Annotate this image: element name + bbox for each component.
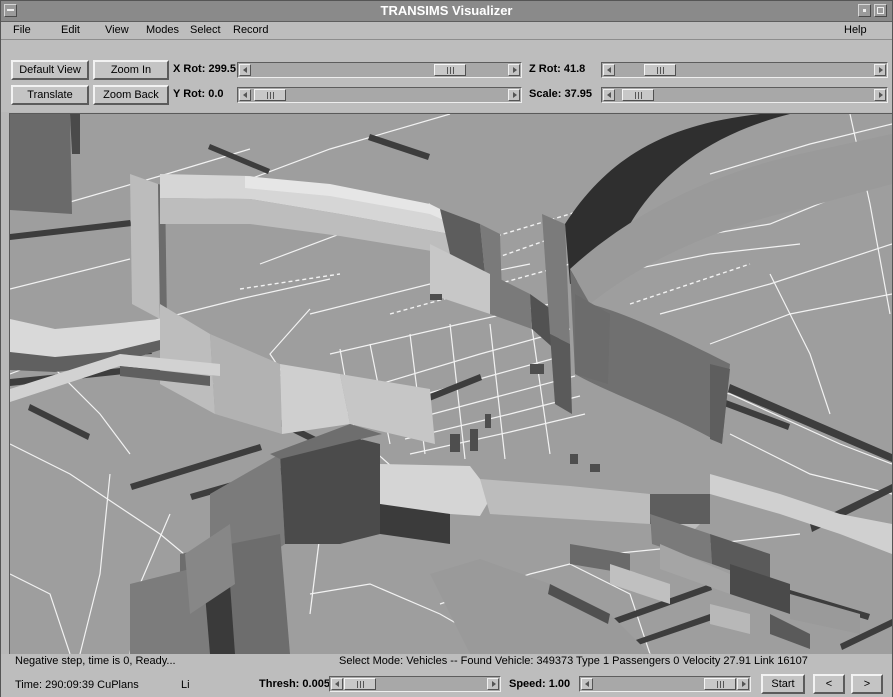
time-readout: Time: 290:09:39 CuPlans [15, 679, 139, 691]
step-forward-button[interactable]: > [851, 674, 883, 694]
window-title: TRANSIMS Visualizer [380, 3, 513, 18]
menu-edit[interactable]: Edit [61, 24, 80, 36]
x-rot-increase-button[interactable] [508, 64, 520, 76]
x-rot-value: 299.5 [208, 63, 236, 75]
scale-label: Scale: [529, 88, 562, 100]
thresh-readout: Thresh: 0.005 [259, 678, 330, 690]
y-rot-increase-button[interactable] [508, 89, 520, 101]
minimize-button[interactable] [858, 4, 871, 17]
scale-slider-thumb[interactable] [622, 89, 654, 101]
right-arrow-icon [742, 681, 746, 687]
left-block [10, 114, 72, 214]
scale-value: 37.95 [564, 88, 593, 100]
maximize-icon [877, 7, 884, 14]
y-rot-readout: Y Rot: 0.0 [173, 88, 224, 100]
thresh-label: Thresh: [259, 678, 300, 690]
translate-button[interactable]: Translate [11, 85, 89, 105]
left-arrow-icon [243, 92, 247, 98]
thresh-slider-thumb[interactable] [344, 678, 376, 690]
menu-modes[interactable]: Modes [146, 24, 179, 36]
left-arrow-icon [243, 67, 247, 73]
zoom-in-button[interactable]: Zoom In [93, 60, 169, 80]
z-rot-value: 41.8 [563, 63, 586, 75]
scale-decrease-button[interactable] [603, 89, 615, 101]
speed-slider[interactable] [579, 676, 751, 692]
x-rot-decrease-button[interactable] [239, 64, 251, 76]
maximize-button[interactable] [874, 4, 887, 17]
scale-readout: Scale: 37.95 [529, 88, 592, 100]
step-back-button[interactable]: < [813, 674, 845, 694]
thresh-decrease-button[interactable] [331, 678, 343, 690]
right-arrow-icon [492, 681, 496, 687]
x-rot-slider-thumb[interactable] [434, 64, 466, 76]
speed-readout: Speed: 1.00 [509, 678, 570, 690]
left-arrow-icon [607, 67, 611, 73]
right-arrow-icon [879, 67, 883, 73]
title-bar[interactable]: TRANSIMS Visualizer [1, 1, 892, 22]
z-rot-label: Z Rot: [529, 63, 561, 75]
z-rot-slider[interactable] [601, 62, 888, 78]
right-arrow-icon [513, 67, 517, 73]
z-rot-decrease-button[interactable] [603, 64, 615, 76]
z-rot-increase-button[interactable] [874, 64, 886, 76]
right-arrow-icon [879, 92, 883, 98]
y-rot-slider-thumb[interactable] [254, 89, 286, 101]
x-rot-label: X Rot: [173, 63, 206, 75]
thresh-slider[interactable] [329, 676, 501, 692]
speed-label: Speed: [509, 678, 546, 690]
y-rot-value: 0.0 [208, 88, 224, 100]
left-arrow-icon [607, 92, 611, 98]
default-view-button[interactable]: Default View [11, 60, 89, 80]
zoom-back-button[interactable]: Zoom Back [93, 85, 169, 105]
thresh-value: 0.005 [302, 678, 330, 690]
x-rot-readout: X Rot: 299.5 [173, 63, 236, 75]
z-rot-slider-thumb[interactable] [644, 64, 676, 76]
y-rot-slider[interactable] [237, 87, 522, 103]
x-rot-slider[interactable] [237, 62, 522, 78]
speed-slider-thumb[interactable] [704, 678, 736, 690]
status-bar: Negative step, time is 0, Ready... Selec… [1, 654, 892, 670]
left-arrow-icon [585, 681, 589, 687]
playback-bar: Time: 290:09:39 CuPlans Li Thresh: 0.005… [1, 670, 892, 697]
3d-viewport[interactable] [9, 113, 892, 654]
status-message: Negative step, time is 0, Ready... [15, 655, 176, 667]
menu-select[interactable]: Select [190, 24, 221, 36]
scale-increase-button[interactable] [874, 89, 886, 101]
y-rot-label: Y Rot: [173, 88, 206, 100]
menu-help[interactable]: Help [844, 24, 867, 36]
thresh-increase-button[interactable] [487, 678, 499, 690]
left-arrow-icon [335, 681, 339, 687]
menu-record[interactable]: Record [233, 24, 268, 36]
z-rot-readout: Z Rot: 41.8 [529, 63, 585, 75]
menu-bar: File Edit View Modes Select Record Help [1, 22, 892, 40]
y-rot-decrease-button[interactable] [239, 89, 251, 101]
selection-info: Select Mode: Vehicles -- Found Vehicle: … [339, 655, 808, 667]
li-label: Li [181, 679, 190, 691]
menu-view[interactable]: View [105, 24, 129, 36]
minimize-icon [863, 9, 866, 12]
speed-decrease-button[interactable] [581, 678, 593, 690]
scale-slider[interactable] [601, 87, 888, 103]
speed-value: 1.00 [548, 678, 571, 690]
app-window: TRANSIMS Visualizer File Edit View Modes… [0, 0, 893, 697]
start-button[interactable]: Start [761, 674, 805, 694]
view-controls-panel: Default View Zoom In Translate Zoom Back… [1, 40, 892, 112]
right-arrow-icon [513, 92, 517, 98]
speed-increase-button[interactable] [737, 678, 749, 690]
menu-file[interactable]: File [13, 24, 31, 36]
city-scene [10, 114, 892, 654]
